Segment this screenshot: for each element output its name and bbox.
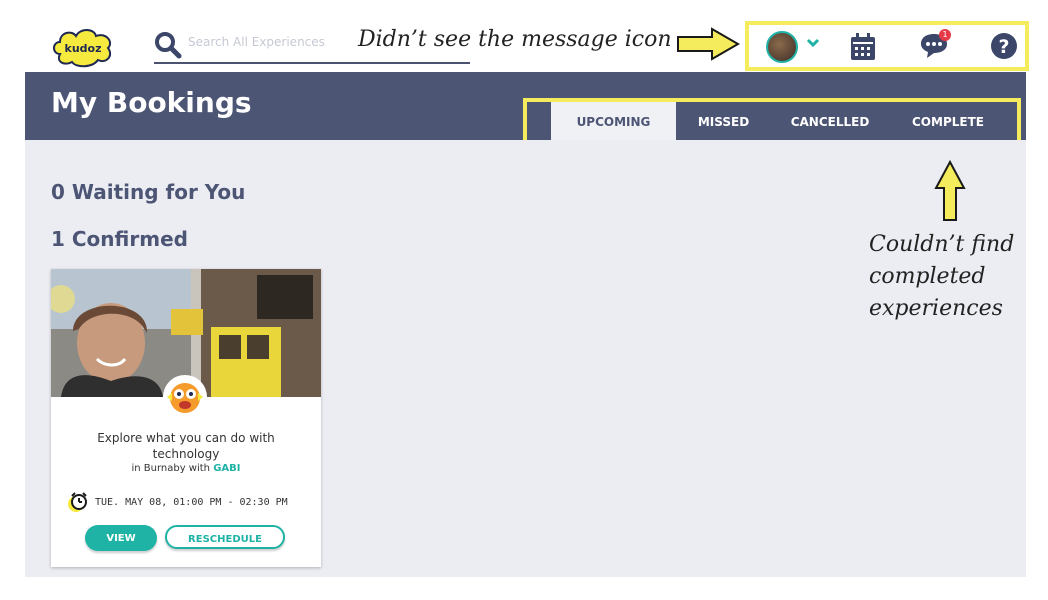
reschedule-button[interactable]: RESCHEDULE [165, 525, 285, 549]
booking-tabs: UPCOMING MISSED CANCELLED COMPLETE [523, 98, 1021, 146]
annotation-message-icon: Didn’t see the message icon [358, 27, 672, 52]
page-title: My Bookings [51, 86, 252, 119]
bookings-content: 0 Waiting for You 1 Confirmed Explore wh… [25, 140, 1026, 577]
annotation-arrow-right-icon [677, 27, 740, 61]
message-count-badge: 1 [939, 29, 951, 41]
booking-datetime: TUE. MAY 08, 01:00 PM - 02:30 PM [95, 497, 288, 508]
waiting-heading: 0 Waiting for You [51, 180, 246, 204]
mascot-avatar-icon [163, 375, 207, 419]
tab-missed[interactable]: MISSED [676, 102, 771, 142]
tab-upcoming[interactable]: UPCOMING [551, 102, 676, 142]
header-icons-highlight: 1 ? [745, 21, 1029, 71]
host-name[interactable]: GABI [213, 463, 240, 474]
confirmed-heading: 1 Confirmed [51, 227, 188, 251]
location-prefix: in Burnaby with [131, 463, 211, 474]
logo-text: kudoz [65, 42, 102, 55]
svg-text:?: ? [998, 36, 1009, 58]
annotation-completed-experiences: Couldn’t find completed experiences [869, 229, 1039, 325]
booking-card[interactable]: Explore what you can do with technology … [51, 269, 321, 567]
page-header: My Bookings UPCOMING MISSED CANCELLED CO… [25, 72, 1026, 146]
calendar-icon[interactable] [850, 33, 876, 61]
annotation-line-2: completed [869, 264, 986, 289]
view-button[interactable]: VIEW [85, 525, 157, 551]
annotation-line-1: Couldn’t find [869, 232, 1015, 257]
alarm-clock-icon [68, 492, 87, 512]
experience-location: in Burnaby with GABI [71, 463, 301, 474]
experience-title: Explore what you can do with technology [97, 431, 275, 461]
tab-cancelled[interactable]: CANCELLED [771, 102, 889, 142]
kudoz-logo[interactable]: kudoz [50, 24, 116, 68]
annotation-arrow-up-icon [934, 160, 966, 221]
user-avatar[interactable] [766, 31, 798, 63]
tab-complete[interactable]: COMPLETE [889, 102, 1007, 142]
annotation-line-3: experiences [869, 296, 1003, 321]
question-mark-icon[interactable]: ? [990, 32, 1018, 60]
chevron-down-icon[interactable] [806, 38, 820, 48]
search-icon [155, 32, 182, 59]
top-nav-bar: kudoz Didn’t see the message icon [0, 0, 1048, 72]
